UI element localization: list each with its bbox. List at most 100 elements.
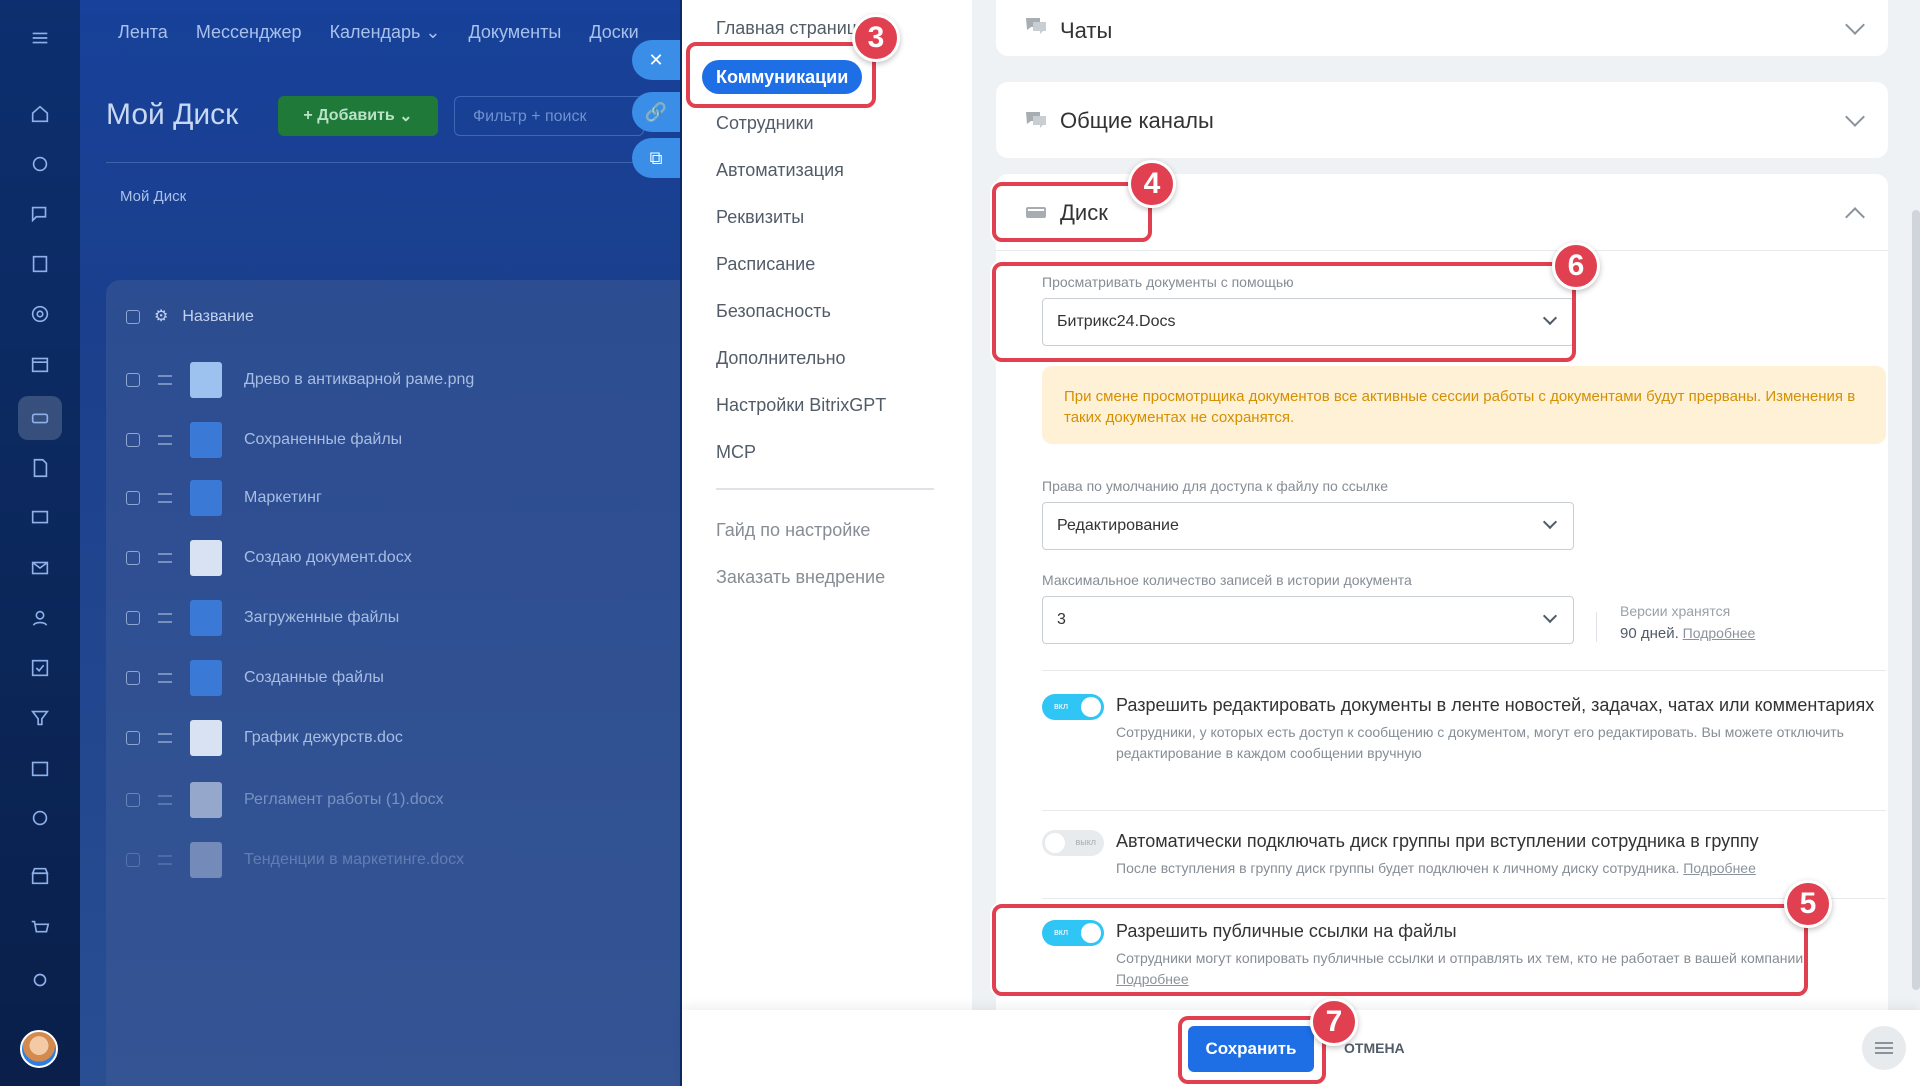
file-name[interactable]: Создаю документ.docx (244, 549, 412, 567)
divider (996, 250, 1888, 251)
board-icon[interactable] (24, 502, 56, 534)
nav-item-automation[interactable]: Автоматизация (716, 160, 844, 181)
funnel-icon[interactable] (24, 702, 56, 734)
document-icon[interactable] (24, 452, 56, 484)
row-menu-icon[interactable] (158, 855, 172, 865)
disk-icon[interactable] (18, 396, 62, 440)
file-row[interactable]: Древо в антикварной раме.png (126, 360, 474, 400)
chevron-down-icon[interactable] (1845, 15, 1865, 35)
calendar-icon[interactable] (24, 348, 56, 380)
row-checkbox[interactable] (126, 491, 140, 505)
section-channels-title: Общие каналы (1060, 108, 1214, 133)
cancel-button[interactable]: ОТМЕНА (1344, 1040, 1405, 1056)
nav-item-advanced[interactable]: Дополнительно (716, 348, 846, 369)
target-icon[interactable] (24, 298, 56, 330)
row-menu-icon[interactable] (158, 435, 172, 445)
file-name[interactable]: Сохраненные файлы (244, 431, 402, 449)
nav-feed[interactable]: Лента (118, 22, 168, 43)
row-checkbox[interactable] (126, 793, 140, 807)
row-checkbox[interactable] (126, 433, 140, 447)
filter-search-input[interactable]: Фильтр + поиск (454, 96, 644, 136)
nav-item-schedule[interactable]: Расписание (716, 254, 815, 275)
row-checkbox[interactable] (126, 373, 140, 387)
file-name[interactable]: Тенденции в маркетинге.docx (244, 851, 464, 869)
add-button[interactable]: + Добавить ⌄ (278, 96, 438, 136)
file-row[interactable]: График дежурств.doc (126, 718, 403, 758)
nav-item-bitrixgpt[interactable]: Настройки BitrixGPT (716, 395, 886, 416)
tasks-icon[interactable] (24, 248, 56, 280)
file-row[interactable]: Регламент работы (1).docx (126, 780, 444, 820)
store-icon[interactable] (24, 860, 56, 892)
file-name[interactable]: Регламент работы (1).docx (244, 791, 444, 809)
menu-icon[interactable] (24, 22, 56, 54)
file-name[interactable]: Созданные файлы (244, 669, 384, 687)
file-row[interactable]: Маркетинг (126, 478, 322, 518)
nav-item-main-page[interactable]: Главная страница (716, 18, 867, 39)
nav-item-security[interactable]: Безопасность (716, 301, 831, 322)
row-menu-icon[interactable] (158, 795, 172, 805)
row-checkbox[interactable] (126, 731, 140, 745)
annotation-highlight-viewer (992, 262, 1576, 362)
goal-icon[interactable] (24, 802, 56, 834)
nav-messenger[interactable]: Мессенджер (196, 22, 302, 43)
history-label: Максимальное количество записей в истори… (1042, 572, 1412, 588)
file-row[interactable]: Загруженные файлы (126, 598, 399, 638)
more-link[interactable]: Подробнее (1683, 860, 1756, 876)
menu-button[interactable] (1862, 1026, 1906, 1070)
nav-item-employees[interactable]: Сотрудники (716, 113, 814, 134)
row-menu-icon[interactable] (158, 733, 172, 743)
cart-icon[interactable] (24, 912, 56, 944)
file-row[interactable]: Созданные файлы (126, 658, 384, 698)
section-chats[interactable]: Чаты (996, 0, 1888, 56)
file-row[interactable]: Создаю документ.docx (126, 538, 412, 578)
schedule-icon[interactable] (24, 752, 56, 784)
history-select[interactable]: 3 (1042, 596, 1574, 644)
background-disk-page: Лента Мессенджер Календарь ⌄ Документы Д… (80, 0, 680, 1086)
file-name[interactable]: Древо в антикварной раме.png (244, 371, 474, 389)
row-checkbox[interactable] (126, 853, 140, 867)
nav-item-mcp[interactable]: MCP (716, 442, 756, 463)
file-row[interactable]: Сохраненные файлы (126, 420, 402, 460)
chevron-up-icon[interactable] (1845, 207, 1865, 227)
settings-icon[interactable] (24, 964, 56, 996)
chevron-down-icon[interactable] (1845, 107, 1865, 127)
close-slider-button[interactable]: ✕ (632, 40, 680, 80)
avatar[interactable] (20, 1030, 58, 1068)
chat-icon[interactable] (24, 198, 56, 230)
crm-icon[interactable] (24, 148, 56, 180)
more-link[interactable]: Подробнее (1683, 625, 1756, 641)
row-menu-icon[interactable] (158, 553, 172, 563)
scrollbar[interactable] (1912, 210, 1920, 990)
file-name[interactable]: Загруженные файлы (244, 609, 399, 627)
nav-calendar[interactable]: Календарь ⌄ (330, 22, 441, 43)
select-all-checkbox[interactable] (126, 309, 140, 324)
checkbox-icon[interactable] (24, 652, 56, 684)
setup-guide-link[interactable]: Гайд по настройке (716, 520, 870, 541)
file-row[interactable]: Тенденции в маркетинге.docx (126, 840, 464, 880)
toggle-edit-in-feed[interactable]: вкл (1042, 694, 1104, 720)
nav-documents[interactable]: Документы (469, 22, 562, 43)
row-checkbox[interactable] (126, 551, 140, 565)
rights-select[interactable]: Редактирование (1042, 502, 1574, 550)
row-checkbox[interactable] (126, 671, 140, 685)
option-title: Автоматически подключать диск группы при… (1116, 831, 1759, 851)
row-checkbox[interactable] (126, 611, 140, 625)
mail-icon[interactable] (24, 552, 56, 584)
file-name[interactable]: График дежурств.doc (244, 729, 403, 747)
row-menu-icon[interactable] (158, 673, 172, 683)
users-icon[interactable] (24, 602, 56, 634)
home-icon[interactable] (24, 98, 56, 130)
nav-boards[interactable]: Доски (589, 22, 638, 43)
order-implementation-link[interactable]: Заказать внедрение (716, 567, 885, 588)
row-menu-icon[interactable] (158, 613, 172, 623)
toggle-auto-connect-group-disk[interactable]: выкл (1042, 830, 1104, 856)
row-menu-icon[interactable] (158, 493, 172, 503)
gear-icon[interactable]: ⚙ (154, 308, 168, 325)
nav-item-requisites[interactable]: Реквизиты (716, 207, 804, 228)
open-new-window-button[interactable]: ⧉ (632, 138, 680, 178)
row-menu-icon[interactable] (158, 375, 172, 385)
copy-link-button[interactable]: 🔗 (632, 92, 680, 132)
section-channels[interactable]: Общие каналы (996, 82, 1888, 158)
file-name[interactable]: Маркетинг (244, 489, 322, 507)
divider (1596, 612, 1597, 642)
